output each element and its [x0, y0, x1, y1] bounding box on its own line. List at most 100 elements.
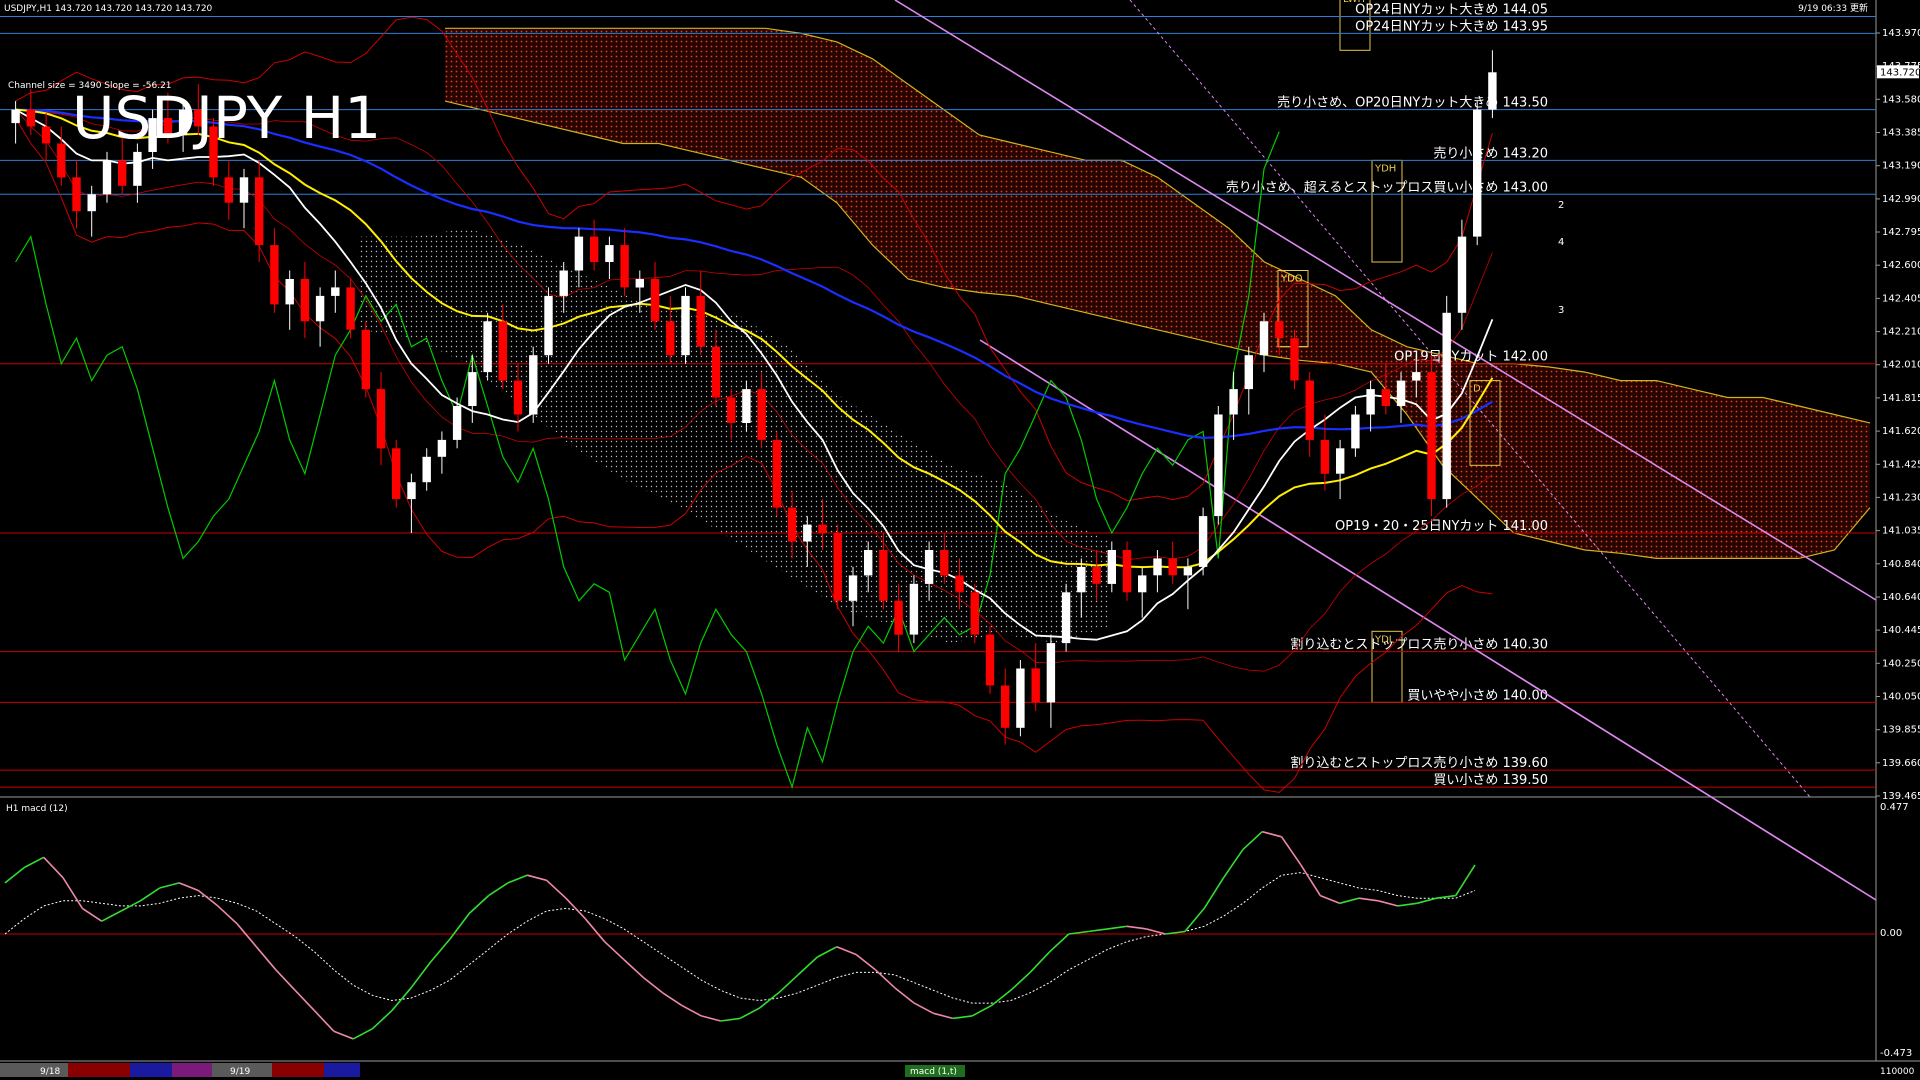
candle-body-70[interactable] — [1077, 566, 1086, 593]
candle-body-82[interactable] — [1259, 321, 1269, 356]
candle-body-95[interactable] — [1457, 236, 1467, 313]
candle-body-14[interactable] — [224, 177, 233, 203]
candle-body-39[interactable] — [605, 245, 614, 262]
candle-body-77[interactable] — [1183, 566, 1193, 576]
candle-body-78[interactable] — [1198, 516, 1208, 567]
candle-body-80[interactable] — [1229, 389, 1238, 415]
candle-body-56[interactable] — [864, 550, 873, 576]
candle-body-71[interactable] — [1092, 566, 1101, 584]
candle-body-53[interactable] — [818, 524, 827, 534]
macd-tab[interactable]: macd (1,t) — [910, 1067, 957, 1077]
candle-body-84[interactable] — [1290, 338, 1299, 381]
candle-body-28[interactable] — [437, 439, 447, 457]
candle-body-36[interactable] — [559, 270, 568, 296]
candle-body-86[interactable] — [1320, 439, 1330, 474]
candle-body-17[interactable] — [270, 245, 279, 305]
candle-body-97[interactable] — [1488, 72, 1497, 110]
candle-body-42[interactable] — [650, 279, 660, 322]
candle-body-18[interactable] — [285, 279, 294, 305]
candle-body-61[interactable] — [940, 550, 949, 576]
candle-body-52[interactable] — [803, 524, 812, 542]
candle-body-16[interactable] — [255, 177, 264, 245]
price-tick-label-13: 141.425 — [1882, 459, 1920, 470]
candle-body-60[interactable] — [924, 550, 934, 584]
candle-body-81[interactable] — [1244, 355, 1253, 390]
candle-body-7[interactable] — [118, 160, 127, 186]
candle-body-75[interactable] — [1153, 558, 1162, 576]
candle-body-23[interactable] — [361, 329, 370, 390]
candle-body-58[interactable] — [894, 600, 903, 635]
candle-body-54[interactable] — [833, 533, 842, 601]
candle-body-5[interactable] — [87, 194, 96, 212]
price-tick-label-6: 142.795 — [1882, 227, 1920, 238]
candle-body-4[interactable] — [72, 177, 81, 212]
pivot-label-5: D — [1473, 384, 1481, 395]
candle-body-51[interactable] — [787, 507, 797, 542]
candle-body-91[interactable] — [1396, 380, 1406, 406]
candle-body-8[interactable] — [133, 151, 142, 186]
candle-body-46[interactable] — [711, 346, 721, 398]
candle-body-88[interactable] — [1351, 414, 1360, 449]
candle-body-93[interactable] — [1427, 372, 1436, 500]
candle-body-22[interactable] — [346, 287, 355, 330]
candle-body-25[interactable] — [392, 448, 401, 500]
candle-body-69[interactable] — [1061, 592, 1071, 644]
candle-body-40[interactable] — [620, 245, 629, 288]
candle-body-72[interactable] — [1107, 550, 1116, 584]
candle-body-50[interactable] — [772, 439, 782, 508]
candle-body-90[interactable] — [1381, 389, 1390, 406]
candle-body-66[interactable] — [1016, 668, 1025, 728]
candle-body-89[interactable] — [1366, 389, 1375, 415]
candle-body-92[interactable] — [1412, 372, 1421, 381]
candle-body-37[interactable] — [574, 236, 584, 271]
candle-body-27[interactable] — [422, 456, 431, 483]
candle-body-76[interactable] — [1168, 558, 1177, 576]
candle-body-34[interactable] — [529, 355, 538, 415]
candle-body-3[interactable] — [57, 143, 66, 178]
candle-body-20[interactable] — [315, 295, 325, 322]
chart-canvas[interactable]: LWHYDHYDOYDCYDLD234 OP24日NYカット大きめ 144.05… — [0, 0, 1920, 1080]
candle-body-85[interactable] — [1305, 380, 1314, 440]
candle-body-15[interactable] — [239, 177, 249, 203]
candle-body-35[interactable] — [544, 295, 553, 356]
candle-body-31[interactable] — [483, 321, 492, 373]
candle-body-57[interactable] — [879, 550, 888, 601]
candle-body-68[interactable] — [1046, 643, 1056, 703]
candle-body-30[interactable] — [468, 372, 477, 406]
candle-body-33[interactable] — [513, 380, 523, 415]
candle-body-79[interactable] — [1214, 414, 1223, 517]
candle-body-94[interactable] — [1442, 312, 1451, 500]
candle-body-32[interactable] — [498, 321, 507, 381]
candle-body-87[interactable] — [1336, 448, 1345, 474]
current-price-label: 143.720 — [1880, 67, 1920, 78]
candle-body-29[interactable] — [452, 406, 462, 440]
candle-body-44[interactable] — [681, 295, 690, 356]
candle-body-47[interactable] — [727, 397, 736, 423]
candle-body-19[interactable] — [300, 279, 310, 322]
candle-body-26[interactable] — [407, 482, 416, 500]
candle-body-45[interactable] — [696, 295, 705, 347]
candle-body-21[interactable] — [331, 287, 340, 296]
candle-body-43[interactable] — [666, 321, 675, 356]
candle-body-59[interactable] — [909, 583, 919, 635]
candle-body-48[interactable] — [742, 389, 751, 423]
candle-body-38[interactable] — [590, 236, 599, 262]
candle-body-62[interactable] — [955, 575, 964, 593]
candle-body-96[interactable] — [1473, 109, 1482, 237]
candle-body-41[interactable] — [635, 279, 644, 288]
candle-body-1[interactable] — [26, 109, 36, 127]
candle-body-73[interactable] — [1122, 550, 1132, 593]
candle-body-49[interactable] — [757, 389, 766, 440]
candle-body-55[interactable] — [848, 575, 858, 601]
candle-body-74[interactable] — [1138, 575, 1147, 593]
candle-body-63[interactable] — [970, 592, 979, 635]
candle-body-65[interactable] — [1001, 685, 1010, 728]
candle-body-2[interactable] — [41, 126, 51, 144]
candle-body-0[interactable] — [11, 109, 20, 124]
candle-body-24[interactable] — [376, 389, 386, 449]
candle-body-83[interactable] — [1275, 321, 1284, 339]
candle-body-67[interactable] — [1031, 668, 1040, 703]
candle-body-6[interactable] — [102, 160, 112, 195]
level-label-4: 売り小さめ、超えるとストップロス買い小さめ 143.00 — [1226, 179, 1548, 195]
candle-body-64[interactable] — [985, 634, 995, 686]
